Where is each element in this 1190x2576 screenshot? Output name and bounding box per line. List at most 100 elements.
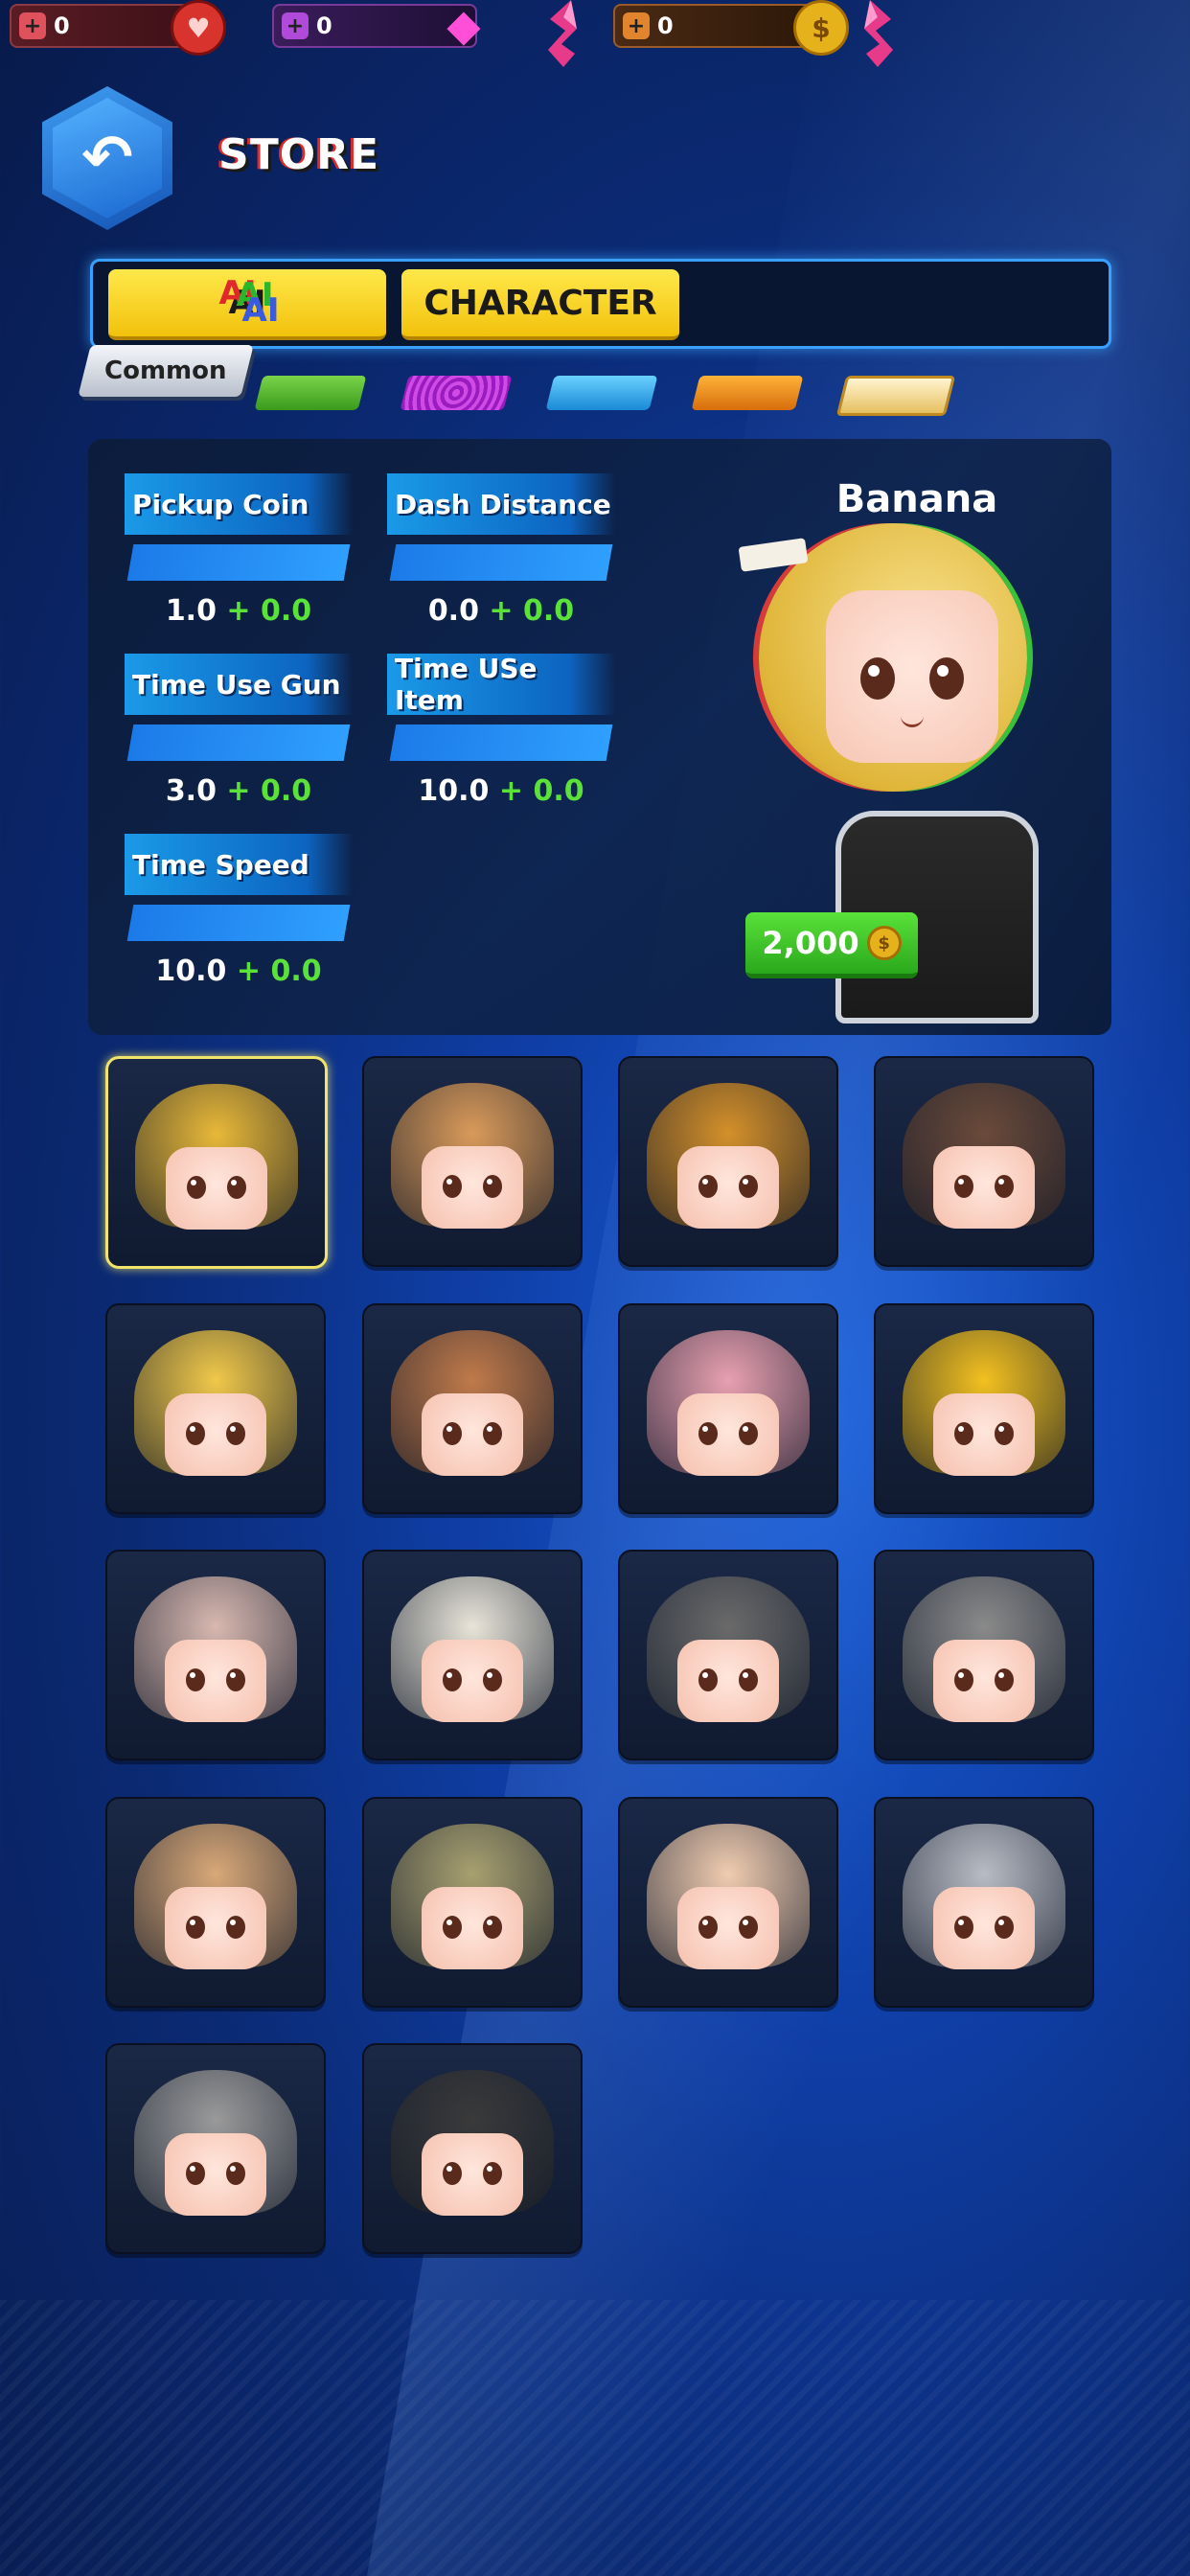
tile-left-eye bbox=[186, 1668, 205, 1691]
tile-right-eye bbox=[227, 1176, 246, 1199]
tile-right-eye bbox=[739, 1668, 758, 1691]
back-arrow-icon: ↶ bbox=[53, 98, 162, 218]
character-tile-banana-hat[interactable] bbox=[105, 1056, 328, 1269]
page-title: STORE bbox=[218, 130, 380, 179]
tile-right-eye bbox=[483, 1422, 502, 1445]
tile-left-eye bbox=[698, 1175, 718, 1198]
character-tile-lotus-hat[interactable] bbox=[618, 1303, 838, 1514]
resource-coin[interactable]: + 0 $ bbox=[613, 0, 849, 56]
tile-face bbox=[933, 1887, 1035, 1969]
rarity-purple-button[interactable] bbox=[400, 376, 513, 410]
stat-dash-distance: Dash Distance 0.0 + 0.0 bbox=[387, 473, 615, 628]
ribbon-right-icon bbox=[864, 0, 893, 67]
tile-left-eye bbox=[186, 2162, 205, 2185]
tile-left-eye bbox=[443, 1916, 462, 1939]
stat-time-use-item-value: 10.0 + 0.0 bbox=[418, 774, 584, 808]
tile-face bbox=[422, 1887, 523, 1969]
character-tile-toast-egg-hat[interactable] bbox=[105, 1797, 326, 2008]
tile-left-eye bbox=[186, 1422, 205, 1445]
tab-bar: AI AI AI AI CHARACTER bbox=[90, 259, 1111, 349]
tab-character[interactable]: CHARACTER bbox=[401, 269, 679, 340]
tile-right-eye bbox=[226, 1916, 245, 1939]
add-red-gem-icon[interactable]: + bbox=[19, 12, 46, 39]
right-eye bbox=[929, 657, 964, 700]
resource-red-gem[interactable]: + 0 ♥ bbox=[10, 0, 226, 56]
tab-ai[interactable]: AI AI AI AI bbox=[108, 269, 386, 340]
tile-face bbox=[933, 1640, 1035, 1722]
character-tile-roast-chicken-hat[interactable] bbox=[362, 1056, 583, 1267]
tile-left-eye bbox=[954, 1668, 973, 1691]
tile-right-eye bbox=[739, 1175, 758, 1198]
tile-right-eye bbox=[483, 1668, 502, 1691]
tile-face bbox=[165, 1393, 266, 1476]
add-coin-icon[interactable]: + bbox=[623, 12, 650, 39]
tile-left-eye bbox=[443, 1668, 462, 1691]
character-tile-cupcake-hat[interactable] bbox=[874, 1056, 1094, 1267]
tile-left-eye bbox=[186, 1916, 205, 1939]
stat-time-speed-value: 10.0 + 0.0 bbox=[155, 954, 322, 988]
tile-right-eye bbox=[483, 1916, 502, 1939]
character-info-panel: Pickup Coin 1.0 + 0.0 Dash Distance 0.0 … bbox=[88, 439, 1111, 1035]
tile-left-eye bbox=[443, 1422, 462, 1445]
stat-pickup-coin: Pickup Coin 1.0 + 0.0 bbox=[125, 473, 353, 628]
tile-face bbox=[422, 2133, 523, 2216]
diamond-icon: ◆ bbox=[446, 0, 481, 51]
rarity-gold-button[interactable] bbox=[835, 376, 956, 416]
stat-pickup-coin-value: 1.0 + 0.0 bbox=[165, 594, 312, 628]
tile-face bbox=[677, 1146, 779, 1229]
resource-purple-gem[interactable]: + 0 ◆ bbox=[272, 0, 481, 51]
stat-pickup-coin-label: Pickup Coin bbox=[125, 473, 353, 535]
tile-left-eye bbox=[443, 2162, 462, 2185]
stat-time-use-gun: Time Use Gun 3.0 + 0.0 bbox=[125, 654, 353, 808]
tab-ai-label-wrap: AI AI AI AI bbox=[219, 274, 280, 330]
tile-face bbox=[677, 1393, 779, 1476]
stat-time-use-item-bar bbox=[389, 724, 613, 761]
tile-right-eye bbox=[995, 1916, 1014, 1939]
tile-face bbox=[166, 1147, 267, 1230]
character-tile-garlic-hat[interactable] bbox=[105, 1550, 326, 1760]
rarity-orange-button[interactable] bbox=[691, 376, 804, 410]
heart-gem-icon: ♥ bbox=[171, 0, 226, 56]
tile-face bbox=[165, 1887, 266, 1969]
mouth bbox=[901, 715, 924, 727]
tile-right-eye bbox=[995, 1668, 1014, 1691]
character-tile-pot-hat[interactable] bbox=[874, 1550, 1094, 1760]
character-name: Banana bbox=[835, 477, 998, 521]
tile-right-eye bbox=[226, 1668, 245, 1691]
character-tile-bread-hat[interactable] bbox=[362, 1303, 583, 1514]
tile-face bbox=[933, 1393, 1035, 1476]
tab-ai-glitch-blue: AI bbox=[241, 291, 280, 330]
tile-right-eye bbox=[995, 1422, 1014, 1445]
tile-left-eye bbox=[698, 1422, 718, 1445]
buy-price-button[interactable]: 2,000 $ bbox=[745, 912, 918, 978]
tile-face bbox=[165, 2133, 266, 2216]
tile-face bbox=[933, 1146, 1035, 1229]
character-tile-kettle-hat[interactable] bbox=[874, 1797, 1094, 2008]
tile-left-eye bbox=[443, 1175, 462, 1198]
character-tile-pie-hat[interactable] bbox=[618, 1056, 838, 1267]
rarity-common-button[interactable]: Common bbox=[78, 345, 254, 397]
character-tile-onigiri-hat[interactable] bbox=[618, 1797, 838, 2008]
character-tile-helmet-hat[interactable] bbox=[362, 1550, 583, 1760]
character-tile-cup-hat[interactable] bbox=[618, 1550, 838, 1760]
character-tile-tv-hat[interactable] bbox=[362, 2043, 583, 2254]
character-tile-durian-hat[interactable] bbox=[105, 1303, 326, 1514]
tile-face bbox=[422, 1640, 523, 1722]
back-button[interactable]: ↶ bbox=[42, 86, 172, 230]
tile-face bbox=[677, 1640, 779, 1722]
stat-time-speed-label: Time Speed bbox=[125, 834, 353, 895]
tile-right-eye bbox=[995, 1175, 1014, 1198]
stat-dash-distance-value: 0.0 + 0.0 bbox=[427, 594, 575, 628]
stat-time-use-gun-bar bbox=[126, 724, 351, 761]
stat-pickup-coin-bar bbox=[126, 544, 351, 581]
character-tile-fries-hat[interactable] bbox=[874, 1303, 1094, 1514]
character-tile-crown-bun-hat[interactable] bbox=[362, 1797, 583, 2008]
red-gem-count: 0 bbox=[54, 12, 70, 39]
tile-right-eye bbox=[226, 2162, 245, 2185]
rarity-blue-button[interactable] bbox=[545, 376, 658, 410]
stat-time-use-item: Time USe Item 10.0 + 0.0 bbox=[387, 653, 615, 808]
add-purple-gem-icon[interactable]: + bbox=[282, 12, 309, 39]
character-tile-rice-cooker-hat[interactable] bbox=[105, 2043, 326, 2254]
rarity-green-button[interactable] bbox=[254, 376, 367, 410]
stat-time-use-gun-label: Time Use Gun bbox=[125, 654, 353, 715]
